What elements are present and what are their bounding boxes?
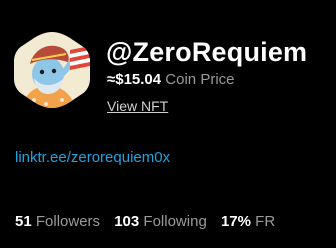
- username: @ZeroRequiem: [106, 37, 308, 67]
- fr-value: 17%: [220, 213, 251, 230]
- profile-card: @ZeroRequiem ≈$15.04 Coin Price View NFT…: [0, 0, 336, 248]
- fr-label: FR: [255, 213, 276, 230]
- coin-price-label: Coin Price: [165, 71, 235, 88]
- following-stat[interactable]: 103 Following: [114, 212, 207, 232]
- view-nft-link[interactable]: View NFT: [107, 97, 168, 115]
- followers-stat[interactable]: 51 Followers: [15, 212, 100, 232]
- nft-character-avatar-icon: [14, 32, 90, 108]
- coin-price-value: ≈$15.04: [107, 71, 162, 88]
- following-label: Following: [143, 213, 207, 230]
- bio-link[interactable]: linktr.ee/zerorequiem0x: [15, 148, 170, 168]
- avatar[interactable]: [12, 30, 92, 110]
- profile-stats: 51 Followers 103 Following 17% FR: [15, 212, 285, 232]
- fr-stat: 17% FR: [221, 212, 275, 232]
- followers-label: Followers: [35, 213, 101, 230]
- following-count: 103: [114, 213, 140, 230]
- followers-count: 51: [15, 213, 32, 230]
- coin-price-row: ≈$15.04 Coin Price: [107, 70, 235, 90]
